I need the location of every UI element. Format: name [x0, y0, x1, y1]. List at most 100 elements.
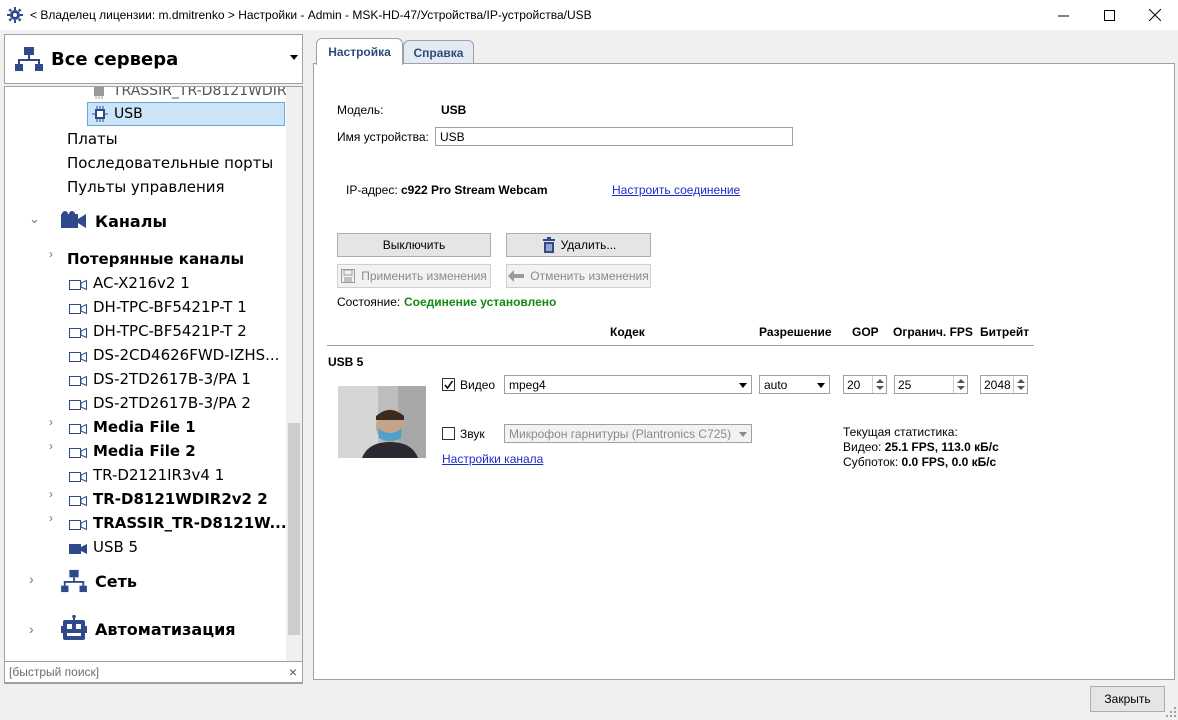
stats-title: Текущая статистика:	[843, 425, 958, 439]
tree-item-channel[interactable]: Media File 1	[69, 415, 196, 439]
camera-icon	[69, 469, 87, 481]
maximize-button[interactable]	[1086, 0, 1132, 30]
camera-icon	[69, 541, 87, 553]
network-server-icon	[15, 46, 43, 72]
audio-checkbox[interactable]	[442, 427, 455, 440]
revert-changes-button[interactable]: Отменить изменения	[506, 264, 651, 288]
resolution-header: Разрешение	[759, 325, 832, 339]
channel-preview-thumbnail[interactable]	[338, 386, 426, 458]
expand-chevron-icon[interactable]: ›	[49, 511, 53, 525]
collapse-chevron-icon[interactable]: ⌄	[29, 211, 40, 227]
camera-icon	[69, 373, 87, 385]
expand-chevron-icon[interactable]: ›	[49, 415, 53, 429]
expand-chevron-icon[interactable]: ›	[29, 571, 34, 587]
tree-item-channel[interactable]: TR-D8121WDIR2v2 2	[69, 487, 268, 511]
tab-help[interactable]: Справка	[403, 40, 474, 64]
audio-device-select[interactable]: Микрофон гарнитуры (Plantronics C725)	[504, 424, 752, 443]
apply-changes-button[interactable]: Применить изменения	[337, 264, 491, 288]
servers-selector[interactable]: Все сервера	[4, 34, 303, 84]
tree-item-automation[interactable]: Автоматизация	[61, 617, 236, 641]
codec-select[interactable]: mpeg4	[504, 375, 752, 394]
tree-item-channel[interactable]: DS-2TD2617B-3/PA 1	[69, 367, 251, 391]
expand-chevron-icon[interactable]: ›	[49, 487, 53, 501]
bitrate-stepper[interactable]: 2048	[980, 375, 1028, 394]
tree-item-trassir-device[interactable]: TRASSIR_TR-D8121WDIR...	[91, 86, 299, 103]
bitrate-header: Битрейт	[980, 325, 1029, 339]
delete-button[interactable]: Удалить...	[506, 233, 651, 257]
tree-item-channel[interactable]: AC-X216v2 1	[69, 271, 190, 295]
resize-grip-icon[interactable]	[1166, 706, 1176, 716]
gop-stepper[interactable]: 20	[843, 375, 887, 394]
tab-settings[interactable]: Настройка	[316, 38, 403, 65]
fps-limit-stepper[interactable]: 25	[894, 375, 968, 394]
quick-search-field[interactable]: [быстрый поиск] ×	[4, 661, 303, 683]
dropdown-arrow-icon	[817, 383, 825, 388]
webcam-preview-image	[338, 386, 426, 458]
tree-item-channel[interactable]: DS-2CD4626FWD-IZHS...	[69, 343, 279, 367]
trash-icon	[541, 237, 557, 253]
settings-panel	[313, 63, 1175, 680]
channel-settings-link[interactable]: Настройки канала	[442, 452, 543, 466]
spin-arrows-icon[interactable]	[1013, 376, 1027, 393]
device-tree: TRASSIR_TR-D8121WDIR... USB Платы Послед…	[4, 86, 303, 684]
stats-video: Видео: 25.1 FPS, 113.0 кБ/с	[843, 440, 999, 454]
tree-item-control-panels[interactable]: Пульты управления	[67, 175, 225, 199]
clear-search-icon[interactable]: ×	[284, 664, 302, 680]
chip-icon	[91, 86, 107, 99]
camera-icon	[69, 397, 87, 409]
stats-substream: Субпоток: 0.0 FPS, 0.0 кБ/с	[843, 455, 996, 469]
tree-item-channel[interactable]: USB 5	[69, 535, 138, 559]
expand-chevron-icon[interactable]: ›	[29, 621, 34, 637]
undo-arrow-icon	[508, 270, 524, 282]
minimize-button[interactable]	[1040, 0, 1086, 30]
tree-item-network[interactable]: Сеть	[61, 569, 137, 593]
search-input[interactable]: [быстрый поиск]	[9, 665, 284, 679]
camera-icon	[69, 421, 87, 433]
tree-item-channel[interactable]: TR-D2121IR3v4 1	[69, 463, 224, 487]
disable-button[interactable]: Выключить	[337, 233, 491, 257]
expand-chevron-icon[interactable]: ›	[49, 247, 53, 261]
spin-arrows-icon[interactable]	[953, 376, 967, 393]
expand-chevron-icon[interactable]: ›	[49, 439, 53, 453]
resolution-select[interactable]: auto	[759, 375, 830, 394]
tree-item-channel[interactable]: TRASSIR_TR-D8121W...	[69, 511, 287, 535]
robot-icon	[61, 615, 87, 643]
close-window-button[interactable]	[1132, 0, 1178, 30]
camera-icon	[69, 277, 87, 289]
codec-header: Кодек	[610, 325, 645, 339]
chip-icon	[92, 106, 108, 122]
close-button[interactable]: Закрыть	[1090, 686, 1165, 712]
tree-item-channel[interactable]: DH-TPC-BF5421P-T 1	[69, 295, 247, 319]
device-name-input[interactable]: USB	[435, 127, 793, 146]
spin-arrows-icon[interactable]	[872, 376, 886, 393]
camera-icon	[69, 349, 87, 361]
settings-gear-icon	[6, 6, 24, 24]
tree-item-boards[interactable]: Платы	[67, 127, 118, 151]
save-icon	[341, 269, 355, 283]
dropdown-arrow-icon	[290, 55, 298, 60]
tree-item-channels[interactable]: Каналы	[61, 209, 167, 233]
state-label: Состояние:	[337, 295, 400, 309]
tree-scrollbar[interactable]	[286, 87, 302, 683]
channel-name: USB 5	[328, 355, 363, 369]
left-panel: Все сервера TRASSIR_TR-D8121WDIR... USB …	[0, 30, 306, 718]
ip-label: IP-адрес:	[346, 183, 398, 197]
camera-icon	[69, 493, 87, 505]
camera-icon	[69, 517, 87, 529]
camera-icon	[69, 445, 87, 457]
dropdown-arrow-icon	[739, 383, 747, 388]
model-label: Модель:	[337, 103, 383, 117]
tree-item-channel[interactable]: DH-TPC-BF5421P-T 2	[69, 319, 247, 343]
tree-item-channel[interactable]: DS-2TD2617B-3/PA 2	[69, 391, 251, 415]
scrollbar-thumb[interactable]	[288, 423, 300, 635]
camera-icon	[69, 301, 87, 313]
tree-item-lost-channels[interactable]: Потерянные каналы	[67, 247, 244, 271]
checkmark-icon	[443, 379, 454, 390]
tree-item-usb-selected[interactable]: USB	[87, 102, 285, 126]
tree-item-channel[interactable]: Media File 2	[69, 439, 196, 463]
configure-connection-link[interactable]: Настроить соединение	[612, 183, 740, 197]
video-checkbox[interactable]	[442, 378, 455, 391]
servers-label: Все сервера	[51, 49, 178, 70]
status-ok-text: Соединение установлено	[404, 295, 556, 309]
tree-item-serial-ports[interactable]: Последовательные порты	[67, 151, 273, 175]
